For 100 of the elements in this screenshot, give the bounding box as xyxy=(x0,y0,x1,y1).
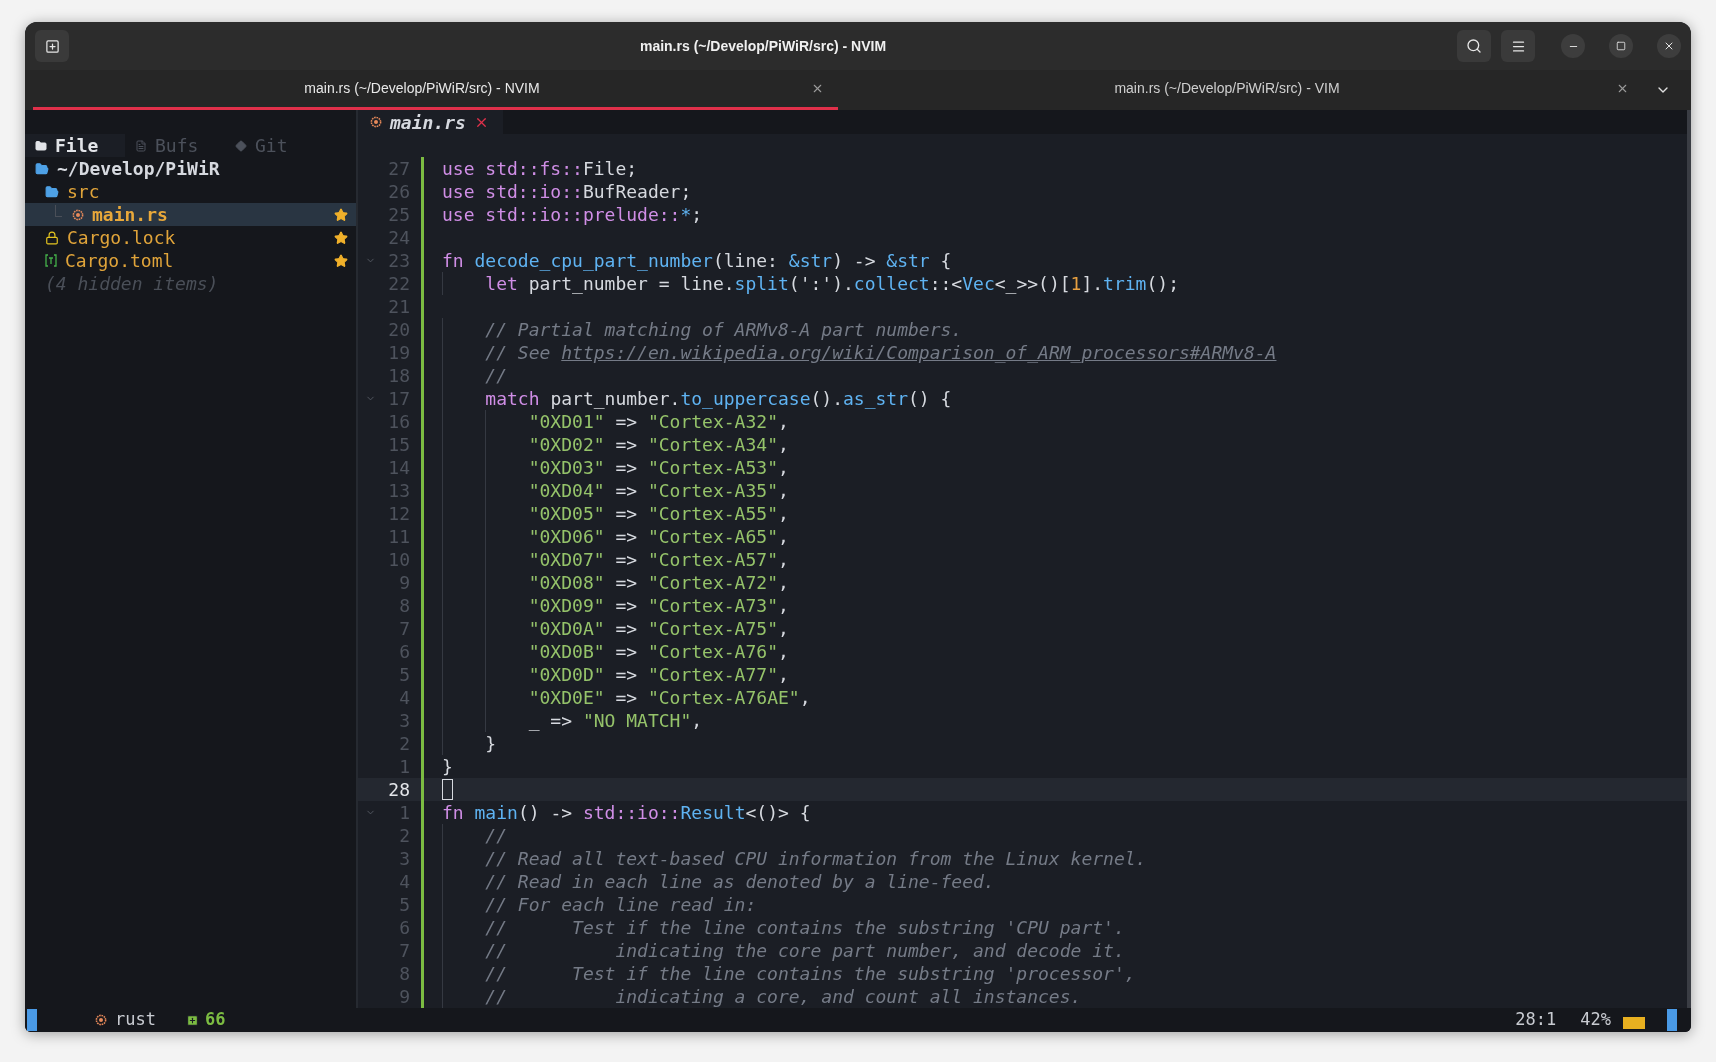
star-icon xyxy=(334,207,348,222)
tree-item-label: Cargo.lock xyxy=(67,226,176,249)
line-number: 19 xyxy=(387,341,410,364)
diamond-icon xyxy=(235,139,247,152)
line-number: 1 xyxy=(398,801,410,824)
code-line: "0XD02" => "Cortex-A34", xyxy=(527,433,789,456)
code-line: // For each line read in: xyxy=(484,893,757,916)
tree-item[interactable]: Cargo.toml xyxy=(25,249,356,272)
line-number: 11 xyxy=(387,525,410,548)
scroll-percent: 42% xyxy=(1580,1008,1611,1032)
line-number: 26 xyxy=(387,180,410,203)
line-number: 8 xyxy=(398,962,410,985)
tree-item[interactable]: src xyxy=(25,180,356,203)
line-number: 20 xyxy=(387,318,410,341)
plus-box-icon xyxy=(185,1013,199,1027)
code-line: "0XD08" => "Cortex-A72", xyxy=(527,571,789,594)
line-number: 23 xyxy=(387,249,410,272)
line-number: 21 xyxy=(387,295,410,318)
line-number: 6 xyxy=(398,640,410,663)
code-line: // indicating the core part number, and decode it. xyxy=(484,939,1125,962)
line-number: 28 xyxy=(387,778,410,801)
explorer-tab[interactable]: File xyxy=(25,134,125,157)
line-number: 5 xyxy=(398,663,410,686)
search-icon xyxy=(1466,38,1482,54)
code-line: _ => "NO MATCH", xyxy=(527,709,703,732)
code-line: } xyxy=(484,732,497,755)
file-icon xyxy=(135,139,147,152)
code-line: } xyxy=(442,755,453,778)
close-button[interactable] xyxy=(1657,34,1681,58)
code-line: "0XD0A" => "Cortex-A75", xyxy=(527,617,789,640)
code-line: // xyxy=(484,364,508,387)
line-number: 7 xyxy=(398,617,410,640)
folder-icon xyxy=(35,161,49,176)
maximize-button[interactable] xyxy=(1609,34,1633,58)
code-line: "0XD09" => "Cortex-A73", xyxy=(527,594,789,617)
mode-indicator xyxy=(27,1009,37,1031)
star-icon xyxy=(334,230,348,245)
line-number: 25 xyxy=(387,203,410,226)
scroll-position-indicator xyxy=(1623,1017,1645,1029)
code-line: "0XD0D" => "Cortex-A77", xyxy=(527,663,789,686)
brackets-icon xyxy=(45,254,57,267)
hidden-items-note: (4 hidden items) xyxy=(45,272,219,295)
tree-item-label: main.rs xyxy=(92,203,168,226)
new-tab-button[interactable] xyxy=(35,30,69,62)
lock-icon xyxy=(45,230,59,245)
code-line: fn main() -> std::io::Result<()> { xyxy=(442,801,811,824)
line-number: 10 xyxy=(387,548,410,571)
line-number: 14 xyxy=(387,456,410,479)
code-line: use std::io::BufReader; xyxy=(442,180,692,203)
line-number: 5 xyxy=(398,893,410,916)
tree-item-label: ~/Develop/PiWiR xyxy=(57,157,220,180)
star-icon xyxy=(334,253,348,268)
code-line: "0XD03" => "Cortex-A53", xyxy=(527,456,789,479)
line-number: 9 xyxy=(398,985,410,1008)
close-tab-icon[interactable] xyxy=(1616,82,1629,95)
code-line: "0XD04" => "Cortex-A35", xyxy=(527,479,789,502)
tab-label: main.rs (~/Develop/PiWiR/src) - NVIM xyxy=(303,79,541,98)
line-number: 6 xyxy=(398,916,410,939)
line-number: 7 xyxy=(398,939,410,962)
line-number: 1 xyxy=(398,755,410,778)
line-number: 4 xyxy=(398,870,410,893)
search-button[interactable] xyxy=(1457,30,1491,62)
line-number: 24 xyxy=(387,226,410,249)
terminal-tab[interactable]: main.rs (~/Develop/PiWiR/src) - VIM xyxy=(838,70,1643,110)
code-line: "0XD0B" => "Cortex-A76", xyxy=(527,640,789,663)
buffer-tab-label: main.rs xyxy=(390,110,466,134)
code-line: // xyxy=(484,824,508,847)
cursor-position: 28:1 xyxy=(1515,1008,1557,1032)
mode-indicator xyxy=(1667,1009,1677,1031)
code-line: // Read in each line as denoted by a line-feed. xyxy=(484,870,995,893)
menu-button[interactable] xyxy=(1501,30,1535,62)
code-line: "0XD06" => "Cortex-A65", xyxy=(527,525,789,548)
close-tab-icon[interactable] xyxy=(811,82,824,95)
tree-item-label: src xyxy=(67,180,100,203)
line-number: 2 xyxy=(398,732,410,755)
code-line: use std::io::prelude::*; xyxy=(442,203,703,226)
filetype-label: rust xyxy=(115,1008,156,1032)
line-number: 2 xyxy=(398,824,410,847)
code-line: // See https://en.wikipedia.org/wiki/Comparison_of_ARM_processors#ARMv8-A xyxy=(484,341,1277,364)
buffer-tab[interactable]: main.rs xyxy=(358,110,503,134)
cog-icon xyxy=(72,208,84,221)
line-number: 12 xyxy=(387,502,410,525)
maximize-icon xyxy=(1616,41,1626,51)
window-title: main.rs (~/Develop/PiWiR/src) - NVIM xyxy=(639,36,887,56)
code-line: // Test if the line contains the substring 'processor', xyxy=(484,962,1136,985)
code-line: let part_number = line.split(':').collect::<Vec<_>>()[1].trim(); xyxy=(484,272,1179,295)
line-number: 15 xyxy=(387,433,410,456)
tree-item[interactable]: ~/Develop/PiWiR xyxy=(25,157,356,180)
code-line: // Read all text-based CPU information from the Linux kernel. xyxy=(484,847,1147,870)
code-line: "0XD05" => "Cortex-A55", xyxy=(527,502,789,525)
tree-connector xyxy=(55,204,62,217)
code-line: "0XD01" => "Cortex-A32", xyxy=(527,410,789,433)
line-number: 4 xyxy=(398,686,410,709)
tree-item[interactable]: main.rs xyxy=(25,203,356,226)
code-line: "0XD07" => "Cortex-A57", xyxy=(527,548,789,571)
tree-item[interactable]: Cargo.lock xyxy=(25,226,356,249)
cog-icon xyxy=(95,1014,107,1026)
folder-icon xyxy=(45,184,59,199)
line-number: 17 xyxy=(387,387,410,410)
line-number: 27 xyxy=(387,157,410,180)
